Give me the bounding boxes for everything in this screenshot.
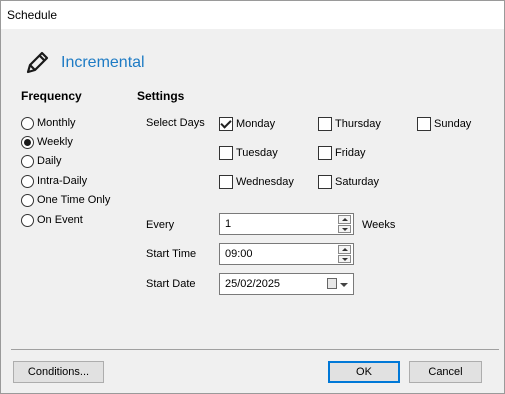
radio-monthly[interactable]: Monthly <box>21 115 76 131</box>
frequency-heading: Frequency <box>21 89 82 103</box>
checkbox-label: Thursday <box>335 118 381 130</box>
radio-weekly[interactable]: Weekly <box>21 134 73 150</box>
radio-button[interactable] <box>21 154 34 168</box>
checkbox-label: Monday <box>236 118 276 130</box>
radio-button[interactable] <box>21 116 34 130</box>
checkbox-label: Sunday <box>434 118 472 130</box>
radio-label: Intra-Daily <box>37 175 88 187</box>
window-title: Schedule <box>7 8 58 22</box>
page-title: Incremental <box>61 54 145 71</box>
footer-divider <box>11 349 499 350</box>
radio-label: One Time Only <box>37 194 111 206</box>
radio-button[interactable] <box>21 174 34 188</box>
checkbox-saturday[interactable]: Saturday <box>318 174 379 190</box>
radio-label: Weekly <box>37 136 73 148</box>
checkbox[interactable] <box>318 146 332 160</box>
every-unit-label: Weeks <box>362 219 396 231</box>
spin-down-icon[interactable] <box>338 224 351 233</box>
checkbox[interactable] <box>318 117 332 131</box>
checkbox-wednesday[interactable]: Wednesday <box>219 174 294 190</box>
checkbox-tuesday[interactable]: Tuesday <box>219 145 278 161</box>
spin-buttons <box>338 245 351 263</box>
checkbox[interactable] <box>219 146 233 160</box>
pencil-icon <box>26 51 49 74</box>
start-date-value: 25/02/2025 <box>225 278 281 290</box>
every-value: 1 <box>225 218 232 230</box>
conditions-button[interactable]: Conditions... <box>13 361 104 383</box>
start-date-label: Start Date <box>146 278 196 290</box>
radio-on-event[interactable]: On Event <box>21 212 83 228</box>
checkbox-monday[interactable]: Monday <box>219 116 275 132</box>
radio-daily[interactable]: Daily <box>21 153 61 169</box>
spin-up-icon[interactable] <box>338 215 351 224</box>
start-time-value: 09:00 <box>225 248 253 260</box>
checkbox[interactable] <box>318 175 332 189</box>
checkbox-label: Friday <box>335 147 366 159</box>
radio-button[interactable] <box>21 135 34 149</box>
settings-heading: Settings <box>137 89 185 103</box>
schedule-dialog: Schedule Incremental Frequency Monthly W… <box>0 0 505 394</box>
cancel-button[interactable]: Cancel <box>409 361 482 383</box>
checkbox[interactable] <box>219 175 233 189</box>
calendar-icon[interactable] <box>327 278 337 289</box>
spin-buttons <box>338 215 351 233</box>
checkbox-label: Saturday <box>335 176 380 188</box>
checkbox[interactable] <box>219 117 233 131</box>
checkbox-thursday[interactable]: Thursday <box>318 116 381 132</box>
checkbox-label: Wednesday <box>236 176 294 188</box>
ok-button[interactable]: OK <box>328 361 400 383</box>
radio-label: On Event <box>37 214 83 226</box>
radio-button[interactable] <box>21 193 34 207</box>
radio-intra-daily[interactable]: Intra-Daily <box>21 173 87 189</box>
spin-down-icon[interactable] <box>338 254 351 263</box>
start-time-label: Start Time <box>146 248 197 260</box>
start-date-picker[interactable]: 25/02/2025 <box>219 273 354 295</box>
checkbox-label: Tuesday <box>236 147 278 159</box>
select-days-label: Select Days <box>146 117 205 129</box>
every-spinbox[interactable]: 1 <box>219 213 354 235</box>
radio-label: Monthly <box>37 117 76 129</box>
radio-button[interactable] <box>21 213 34 227</box>
checkbox-friday[interactable]: Friday <box>318 145 366 161</box>
radio-label: Daily <box>37 155 62 167</box>
title-bar: Schedule <box>1 1 504 29</box>
start-time-field[interactable]: 09:00 <box>219 243 354 265</box>
checkbox[interactable] <box>417 117 431 131</box>
checkbox-sunday[interactable]: Sunday <box>417 116 471 132</box>
spin-up-icon[interactable] <box>338 245 351 254</box>
every-label: Every <box>146 219 175 231</box>
chevron-down-icon[interactable] <box>340 283 348 287</box>
radio-one-time-only[interactable]: One Time Only <box>21 192 110 208</box>
